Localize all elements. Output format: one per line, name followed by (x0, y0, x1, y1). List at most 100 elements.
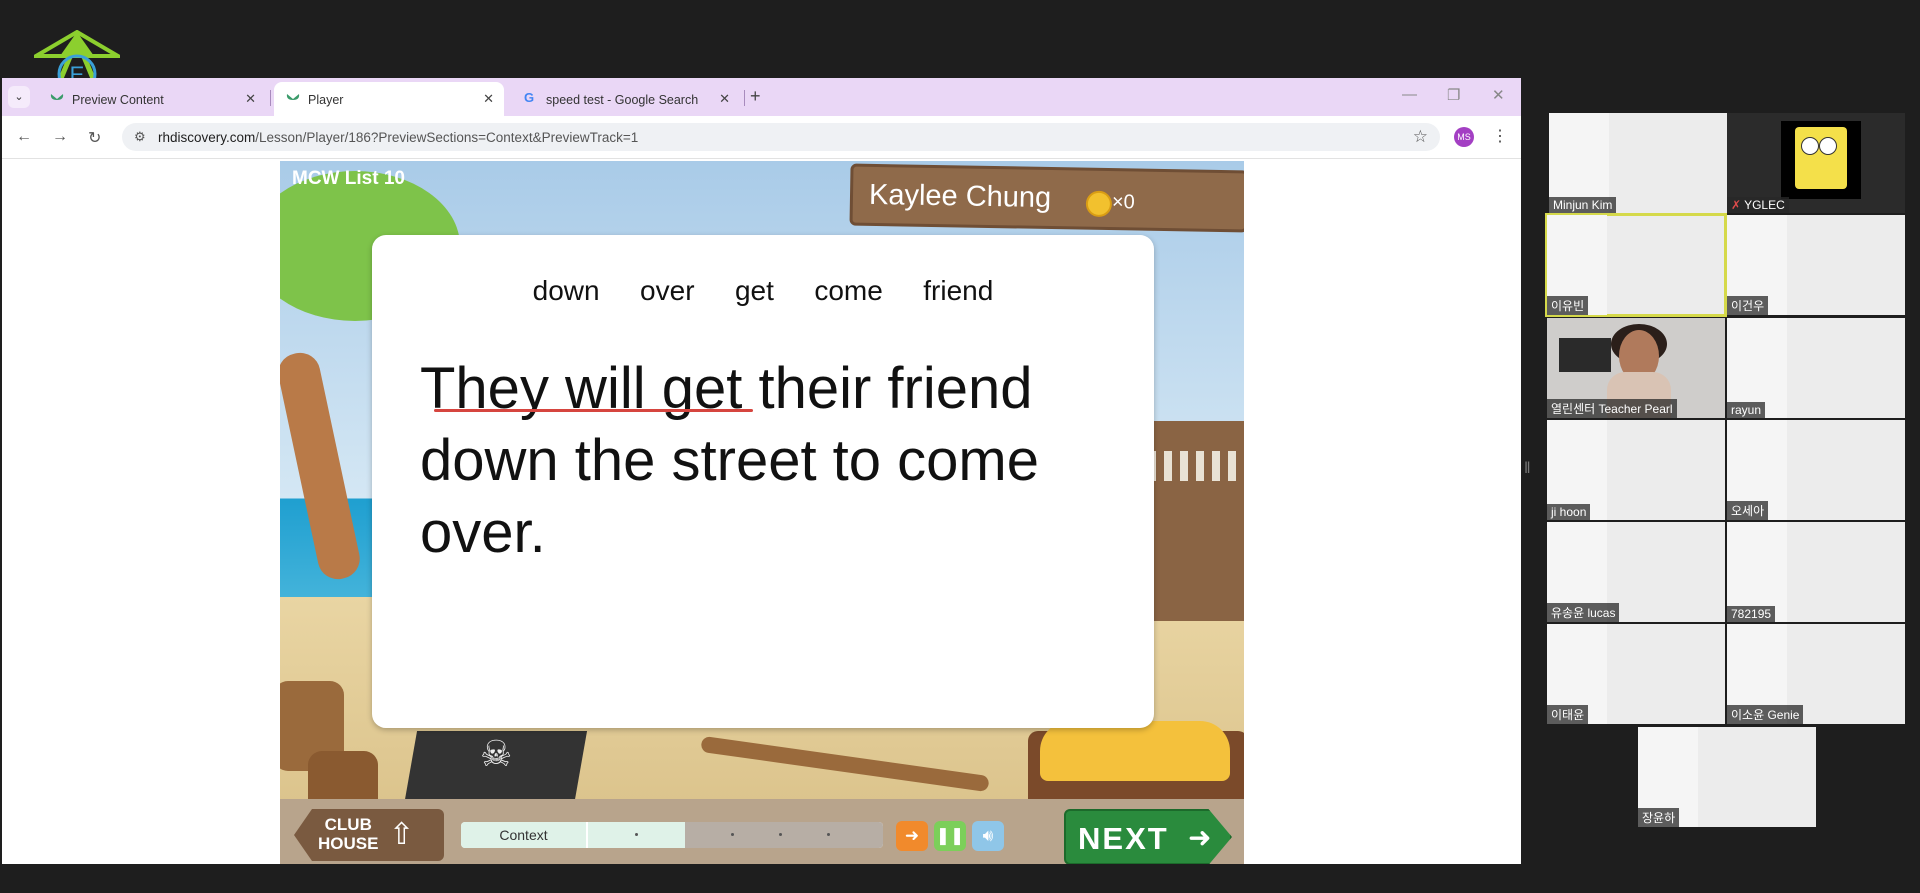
panel-resize-handle[interactable]: ‖ (1524, 460, 1531, 478)
tab-separator (744, 90, 745, 106)
address-bar[interactable]: ⚙ rhdiscovery.com/Lesson/Player/186?Prev… (122, 123, 1440, 151)
word-bank: down over get come friend (372, 275, 1154, 307)
coin-count: ×0 (1111, 191, 1135, 214)
butterfly-icon (50, 92, 64, 106)
teacher-video-tv (1559, 338, 1611, 372)
participant-tile[interactable]: ji hoon (1547, 420, 1725, 520)
tab-close-icon[interactable]: ✕ (245, 91, 256, 107)
player-name-sign: Kaylee Chung ×0 (849, 163, 1244, 233)
progress-divider (586, 822, 588, 848)
forward-arrow-icon[interactable]: → (52, 128, 68, 146)
participant-tile[interactable]: ✗ YGLEC (1727, 113, 1905, 213)
browser-toolbar: ← → ↻ ⚙ rhdiscovery.com/Lesson/Player/18… (2, 116, 1521, 159)
participant-name: ✗ YGLEC (1727, 197, 1789, 213)
sentence-card: down over get come friend They will get … (372, 235, 1154, 728)
pause-icon: ❚❚ (935, 826, 965, 845)
participant-name: 이건우 (1727, 296, 1769, 315)
gold-coins-art (1040, 721, 1230, 781)
participant-tile[interactable]: 이소윤 Genie (1727, 624, 1905, 724)
progress-dot (779, 833, 782, 836)
participant-name: 782195 (1727, 606, 1776, 622)
tab-title: speed test - Google Search (546, 93, 699, 107)
window-close-icon[interactable]: ✕ (1492, 86, 1505, 104)
tab-player[interactable]: Player ✕ (274, 82, 504, 116)
participant-tile-active[interactable]: 이유빈 (1545, 213, 1727, 317)
url-path: /Lesson/Player/186?PreviewSections=Conte… (255, 130, 639, 145)
tab-speed-test[interactable]: G speed test - Google Search ✕ (512, 82, 740, 116)
word-bank-item[interactable]: down (533, 275, 600, 307)
audio-button[interactable]: 🔊︎ (972, 821, 1004, 851)
lesson-player: ☠ MCW List 10 Kaylee Chung ×0 down over … (280, 161, 1244, 864)
skip-button[interactable]: ➜ (896, 821, 928, 851)
context-sentence: They will get their friend down the stre… (420, 356, 1039, 565)
tab-preview-content[interactable]: Preview Content ✕ (38, 82, 266, 116)
participant-tile[interactable]: 유송윤 lucas (1547, 522, 1725, 622)
progress-remaining (685, 822, 883, 848)
clubhouse-button[interactable]: CLUB HOUSE ⇧ (294, 809, 444, 861)
participant-name: 이소윤 Genie (1727, 705, 1804, 724)
participant-name: 이유빈 (1547, 296, 1589, 315)
new-tab-plus-icon[interactable]: + (750, 86, 761, 107)
tab-close-icon[interactable]: ✕ (719, 91, 730, 107)
participant-tile[interactable]: 782195 (1727, 522, 1905, 622)
next-label: NEXT (1078, 821, 1169, 856)
fast-forward-icon: ➜ (904, 826, 920, 845)
participant-tile[interactable]: 오세아 (1727, 420, 1905, 520)
tab-separator (270, 90, 271, 106)
participant-name: 장윤하 (1638, 808, 1680, 827)
tab-bar: ⌄ Preview Content ✕ Player ✕ G speed tes… (2, 78, 1521, 116)
lesson-progress-bar: Context (461, 822, 883, 848)
butterfly-icon (286, 92, 300, 106)
progress-dot (827, 833, 830, 836)
coin-icon (1085, 190, 1113, 218)
clubhouse-label-line: HOUSE (318, 834, 379, 853)
participant-tile[interactable]: 열린센터 Teacher Pearl (1547, 318, 1725, 418)
participant-name: 열린센터 Teacher Pearl (1547, 399, 1677, 418)
word-bank-item[interactable]: get (735, 275, 774, 307)
right-arrow-icon: ➜ (1188, 822, 1212, 853)
site-info-icon[interactable]: ⚙ (134, 129, 146, 145)
participant-name: 유송윤 lucas (1547, 603, 1620, 622)
profile-avatar[interactable]: MS (1454, 127, 1474, 147)
participant-name: 이태윤 (1547, 705, 1589, 724)
participant-tile[interactable]: rayun (1727, 318, 1905, 418)
bookmark-star-icon[interactable]: ☆ (1413, 127, 1428, 147)
clubhouse-label-line: CLUB (324, 815, 372, 834)
skull-icon: ☠ (480, 733, 513, 774)
word-bank-item[interactable]: come (814, 275, 882, 307)
ink-underline (434, 409, 753, 412)
participant-tile[interactable]: 장윤하 (1638, 727, 1816, 827)
tab-close-icon[interactable]: ✕ (483, 91, 494, 107)
participant-tile[interactable]: 이건우 (1727, 215, 1905, 315)
next-button[interactable]: NEXT ➜ (1064, 809, 1232, 864)
word-bank-item[interactable]: over (640, 275, 694, 307)
avatar-figure (1795, 127, 1847, 189)
tab-title: Player (308, 93, 344, 107)
spongebob-avatar (1781, 121, 1861, 199)
google-icon: G (524, 90, 535, 105)
word-bank-item[interactable]: friend (923, 275, 993, 307)
browser-menu-icon[interactable]: ⋮ (1492, 126, 1508, 146)
minimize-icon[interactable]: — (1402, 86, 1417, 103)
tab-search-chevron-icon[interactable]: ⌄ (8, 86, 30, 108)
progress-dot (635, 833, 638, 836)
url-text: rhdiscovery.com/Lesson/Player/186?Previe… (158, 130, 638, 145)
back-arrow-icon[interactable]: ← (16, 128, 32, 146)
participant-tile[interactable]: 이태윤 (1547, 624, 1725, 724)
progress-dot (731, 833, 734, 836)
clubhouse-label: CLUB HOUSE (318, 815, 378, 853)
participant-name: ji hoon (1547, 504, 1591, 520)
word-list-label: MCW List 10 (292, 168, 405, 189)
restore-icon[interactable]: ❐ (1447, 86, 1460, 104)
participant-name: 오세아 (1727, 501, 1769, 520)
pause-button[interactable]: ❚❚ (934, 821, 966, 851)
palm-trunk-art (280, 349, 364, 583)
url-host: rhdiscovery.com (158, 130, 256, 145)
reload-icon[interactable]: ↻ (88, 128, 101, 148)
participant-tile[interactable]: Minjun Kim (1549, 113, 1727, 213)
progress-label: Context (499, 827, 548, 843)
avatar-eye (1819, 137, 1837, 155)
oar-art (700, 735, 990, 793)
participant-name: Minjun Kim (1549, 197, 1617, 213)
avatar-eye (1801, 137, 1819, 155)
